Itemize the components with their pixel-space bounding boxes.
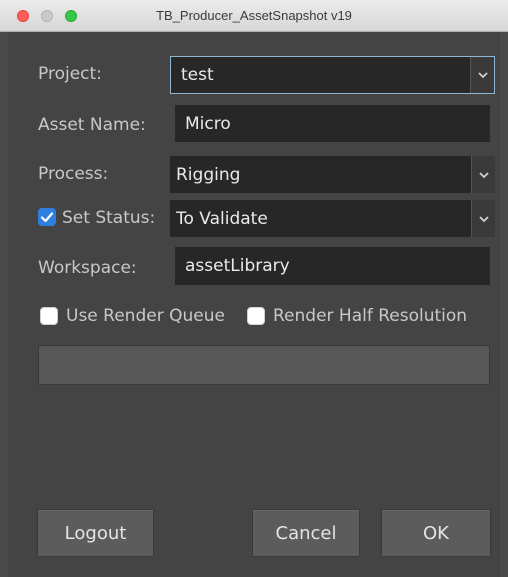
- workspace-value: assetLibrary: [185, 256, 290, 276]
- process-value: Rigging: [176, 164, 241, 185]
- chevron-down-icon: [478, 215, 489, 222]
- use-render-queue-label: Use Render Queue: [66, 306, 225, 326]
- title-bar: TB_Producer_AssetSnapshot v19: [0, 0, 508, 32]
- render-half-resolution-label: Render Half Resolution: [273, 306, 468, 326]
- chevron-down-icon: [478, 171, 489, 178]
- status-combobox[interactable]: To Validate: [170, 200, 495, 237]
- workspace-label: Workspace:: [38, 258, 137, 278]
- project-value: test: [181, 65, 214, 85]
- asset-name-value: Micro: [185, 113, 231, 134]
- progress-bar: [38, 345, 490, 385]
- status-value: To Validate: [176, 208, 268, 229]
- project-dropdown-button[interactable]: [470, 57, 494, 93]
- asset-name-label: Asset Name:: [38, 115, 146, 135]
- status-dropdown-button[interactable]: [471, 200, 495, 237]
- process-dropdown-button[interactable]: [471, 156, 495, 193]
- render-half-resolution-checkbox[interactable]: [247, 307, 265, 325]
- ok-button[interactable]: OK: [381, 509, 491, 557]
- checkmark-icon: [40, 212, 54, 223]
- asset-name-field[interactable]: Micro: [175, 105, 490, 142]
- window-title: TB_Producer_AssetSnapshot v19: [156, 8, 352, 23]
- process-combobox[interactable]: Rigging: [170, 156, 495, 193]
- chevron-down-icon: [477, 72, 488, 79]
- project-label: Project:: [38, 64, 102, 84]
- project-combobox[interactable]: test: [170, 56, 495, 94]
- workspace-field[interactable]: assetLibrary: [175, 247, 490, 285]
- use-render-queue-checkbox[interactable]: [40, 307, 58, 325]
- set-status-checkbox[interactable]: [38, 208, 56, 226]
- cancel-button[interactable]: Cancel: [252, 509, 360, 557]
- process-label: Process:: [38, 164, 109, 184]
- set-status-label: Set Status:: [62, 208, 156, 228]
- logout-button[interactable]: Logout: [37, 509, 154, 557]
